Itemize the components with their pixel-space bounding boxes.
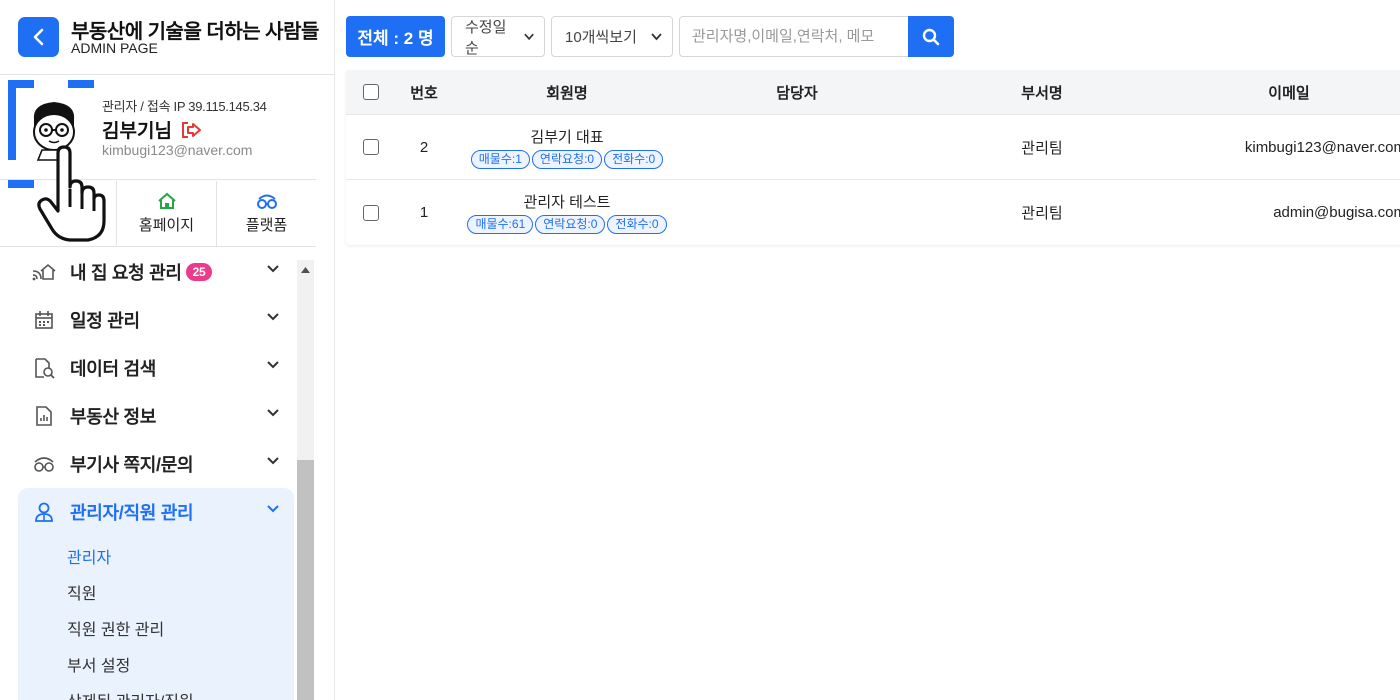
- admin-app: 부동산에 기술을 더하는 사람들 ADMIN PAGE 관리자 / 접속 IP …: [0, 0, 1400, 700]
- member-name[interactable]: 관리자 테스트: [452, 191, 682, 212]
- listing-count-tag[interactable]: 매물수:1: [470, 149, 530, 169]
- sidebar-group-admin-staff: 관리자/직원 관리 관리자 직원 직원 권한 관리 부서 설정 삭제된 관리자/…: [18, 488, 294, 700]
- chevron-down-icon[interactable]: [266, 264, 280, 274]
- glasses-icon: [256, 194, 277, 209]
- member-cell: 김부기 대표 매물수:1 연락요청:0 전화수:0: [452, 126, 682, 169]
- sort-select[interactable]: 수정일순: [451, 16, 545, 57]
- member-tags: 매물수:61 연락요청:0 전화수:0: [452, 215, 682, 234]
- sidebar-item-label: 부기사 쪽지/문의: [70, 455, 194, 475]
- chevron-down-icon[interactable]: [266, 360, 280, 370]
- scroll-up-arrow-icon[interactable]: [299, 264, 312, 276]
- member-cell: 관리자 테스트 매물수:61 연락요청:0 전화수:0: [452, 191, 682, 234]
- column-header-no[interactable]: 번호: [396, 82, 452, 103]
- submenu-item-department-settings[interactable]: 부서 설정: [18, 646, 294, 682]
- sidebar-item-realestate-info[interactable]: 부동산 정보: [18, 392, 294, 440]
- sidebar-item-schedule[interactable]: 일정 관리: [18, 296, 294, 344]
- row-checkbox[interactable]: [363, 204, 379, 221]
- sidebar-item-admin-staff[interactable]: 관리자/직원 관리: [18, 488, 294, 536]
- chevron-down-icon[interactable]: [266, 408, 280, 418]
- quick-link-label: 플랫폼: [245, 217, 288, 234]
- sidebar: 부동산에 기술을 더하는 사람들 ADMIN PAGE 관리자 / 접속 IP …: [0, 0, 335, 700]
- profile-email: kimbugi123@naver.com: [102, 142, 253, 158]
- admin-table: 번호 회원명 담당자 부서명 이메일 2 김부기 대표 매물수:1 연락요청:0…: [346, 70, 1400, 245]
- chevron-down-icon: [524, 33, 534, 40]
- submenu-item-staff[interactable]: 직원: [18, 574, 294, 610]
- sidebar-scrollbar-thumb[interactable]: [297, 460, 314, 700]
- contact-request-tag[interactable]: 연락요청:0: [531, 149, 603, 169]
- column-header-email[interactable]: 이메일: [1172, 82, 1400, 103]
- column-header-department[interactable]: 부서명: [912, 82, 1172, 103]
- document-chart-icon: [30, 404, 58, 428]
- table-header: 번호 회원명 담당자 부서명 이메일: [346, 70, 1400, 115]
- sidebar-item-label: 관리자/직원 관리: [70, 503, 194, 523]
- chevron-down-icon[interactable]: [266, 312, 280, 322]
- search-icon: [922, 28, 940, 45]
- member-tags: 매물수:1 연락요청:0 전화수:0: [452, 149, 682, 169]
- document-search-icon: [30, 356, 58, 380]
- email-cell: admin@bugisa.com: [1273, 204, 1400, 221]
- person-group-icon: [30, 500, 58, 524]
- house-icon: [157, 192, 176, 209]
- row-number: 2: [419, 138, 429, 156]
- search-bar: [679, 16, 954, 57]
- back-button[interactable]: [18, 17, 59, 57]
- sidebar-item-home-requests[interactable]: 내 집 요청 관리 25: [18, 248, 294, 296]
- sidebar-item-label: 일정 관리: [70, 311, 140, 331]
- chevron-down-icon: [651, 32, 662, 40]
- search-button[interactable]: [908, 16, 954, 57]
- department-cell: 관리팀: [1021, 205, 1063, 222]
- calendar-icon: [30, 308, 58, 332]
- sidebar-item-data-search[interactable]: 데이터 검색: [18, 344, 294, 392]
- submenu-item-admin[interactable]: 관리자: [18, 538, 294, 574]
- total-count-button[interactable]: 전체 : 2 명: [346, 16, 445, 57]
- toolbar: 전체 : 2 명 수정일순 10개씩보기: [346, 16, 954, 57]
- chevron-down-icon[interactable]: [266, 456, 280, 466]
- quick-link-homepage[interactable]: 홈페이지: [116, 181, 216, 246]
- department-cell: 관리팀: [1021, 139, 1063, 157]
- row-checkbox[interactable]: [363, 139, 379, 155]
- submenu-item-staff-permissions[interactable]: 직원 권한 관리: [18, 610, 294, 646]
- profile-meta: 관리자 / 접속 IP 39.115.145.34: [102, 99, 267, 114]
- sidebar-item-messages[interactable]: 부기사 쪽지/문의: [18, 440, 294, 488]
- member-name[interactable]: 김부기 대표: [452, 126, 682, 147]
- sidebar-item-label: 내 집 요청 관리: [70, 263, 182, 283]
- count-badge: 25: [185, 263, 213, 281]
- sort-select-value: 수정일순: [465, 18, 507, 57]
- logout-icon[interactable]: [180, 121, 202, 139]
- profile-name-row: 김부기님: [102, 116, 202, 143]
- submenu-item-deleted-staff[interactable]: 삭제된 관리자/직원: [18, 682, 294, 700]
- submenu-list: 관리자 직원 직원 권한 관리 부서 설정 삭제된 관리자/직원: [18, 536, 294, 700]
- sidebar-item-label: 부동산 정보: [70, 407, 157, 427]
- email-cell: kimbugi123@naver.com: [1244, 138, 1400, 156]
- search-input[interactable]: [679, 16, 908, 57]
- quick-link-label: 홈페이지: [138, 217, 195, 234]
- sidebar-menu: 내 집 요청 관리 25 일정 관리 데이터 검색 부동산 정보 부기사 쪽지/…: [18, 248, 294, 700]
- row-check-cell: [346, 139, 396, 155]
- profile-name: 김부기님: [102, 121, 172, 142]
- contact-request-tag[interactable]: 연락요청:0: [535, 215, 606, 234]
- chevron-down-icon[interactable]: [266, 504, 280, 514]
- house-signal-icon: [30, 260, 58, 284]
- chevron-left-icon: [33, 28, 43, 46]
- select-all-checkbox[interactable]: [363, 84, 379, 100]
- quick-link-platform[interactable]: 플랫폼: [216, 181, 316, 246]
- column-header-member[interactable]: 회원명: [452, 82, 682, 103]
- row-check-cell: [346, 204, 396, 221]
- select-all-cell: [346, 84, 396, 100]
- page-size-select[interactable]: 10개씩보기: [551, 16, 673, 57]
- call-count-tag[interactable]: 전화수:0: [607, 215, 667, 234]
- main-content: 전체 : 2 명 수정일순 10개씩보기 번호 회원명 담당자: [336, 0, 1400, 700]
- brand-header: 부동산에 기술을 더하는 사람들 ADMIN PAGE: [0, 0, 334, 75]
- hand-pointer-icon: [37, 145, 106, 242]
- table-row[interactable]: 2 김부기 대표 매물수:1 연락요청:0 전화수:0 관리팀 kimbugi1…: [346, 115, 1400, 180]
- row-number: 1: [419, 204, 429, 221]
- page-size-select-value: 10개씩보기: [565, 29, 637, 46]
- sidebar-item-label: 데이터 검색: [70, 359, 157, 379]
- table-row[interactable]: 1 관리자 테스트 매물수:61 연락요청:0 전화수:0 관리팀 admin@…: [346, 180, 1400, 245]
- glasses-icon: [30, 452, 58, 476]
- column-header-manager[interactable]: 담당자: [682, 82, 912, 103]
- brand-subtitle: ADMIN PAGE: [71, 40, 158, 56]
- listing-count-tag[interactable]: 매물수:61: [467, 215, 534, 234]
- call-count-tag[interactable]: 전화수:0: [604, 149, 664, 169]
